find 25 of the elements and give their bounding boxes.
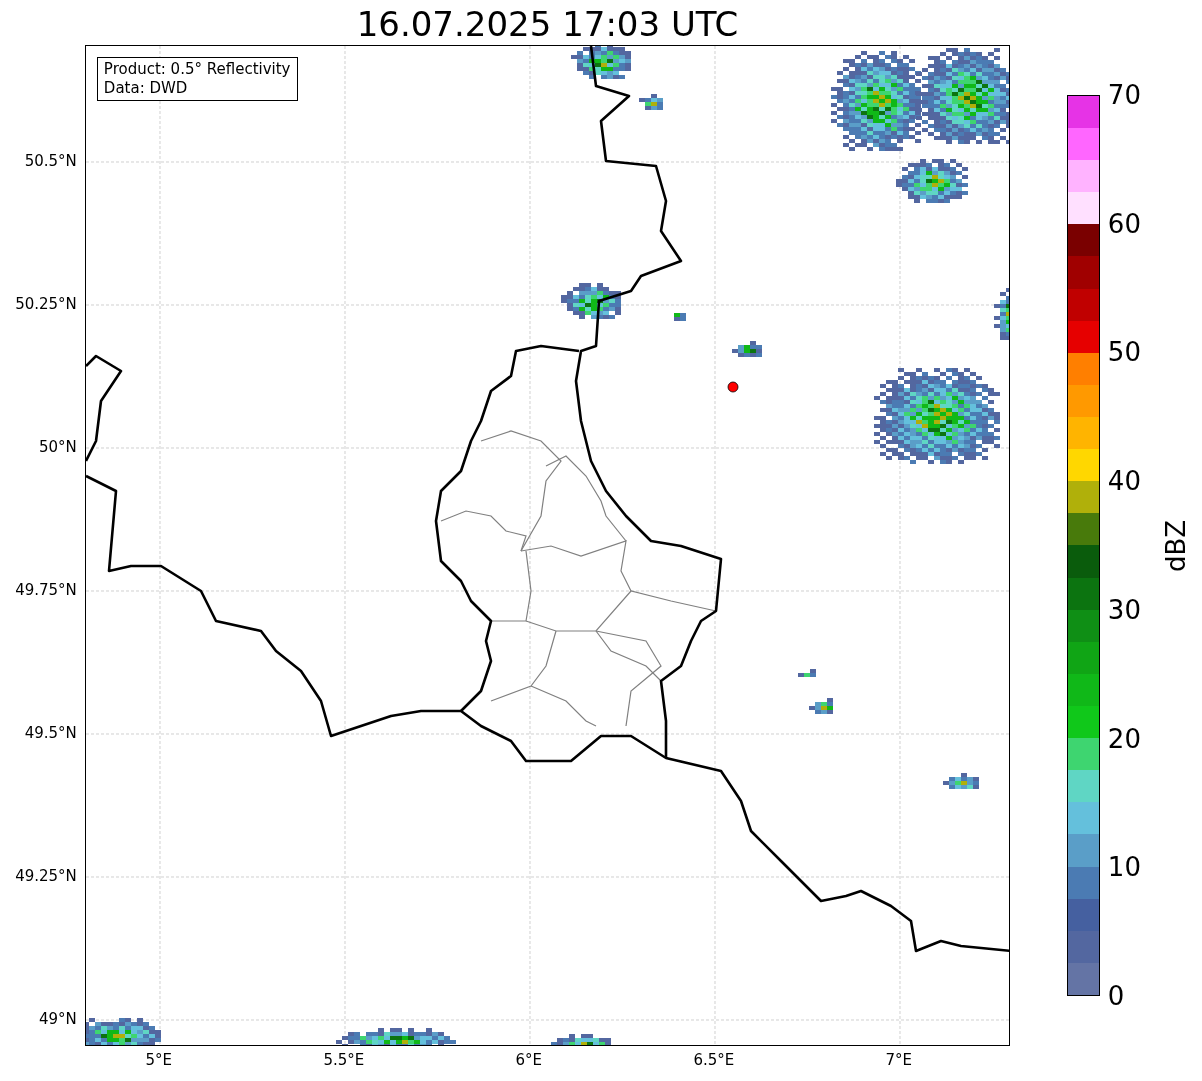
scale-label: 60 <box>1107 208 1141 239</box>
scale-label: 30 <box>1107 594 1141 625</box>
longitude-label: 5°E <box>145 1051 173 1069</box>
chart-title: 16.07.2025 17:03 UTC <box>356 3 739 45</box>
longitude-label: 5.5°E <box>323 1051 365 1069</box>
longitude-label: 7°E <box>885 1051 913 1069</box>
longitude-label: 6.5°E <box>693 1051 735 1069</box>
scale-label: 40 <box>1107 466 1141 497</box>
info-text: Data: DWD <box>103 79 189 98</box>
scale-label: 70 <box>1107 80 1141 110</box>
longitude-label: 6°E <box>515 1051 543 1069</box>
scale-label: 50 <box>1107 337 1141 368</box>
latitude-label: 49.25°N <box>15 867 77 885</box>
latitude-label: 49°N <box>39 1010 77 1028</box>
info-text: Product: 0.5° Reflectivity <box>103 60 291 79</box>
scale-title: dBZ <box>1160 519 1191 572</box>
latitude-label: 50.5°N <box>24 152 77 170</box>
scale-label: 10 <box>1107 852 1141 883</box>
latitude-label: 49.75°N <box>15 581 77 599</box>
scale-label: 20 <box>1107 723 1141 754</box>
scale-label: 0 <box>1107 981 1125 1011</box>
latitude-label: 50.25°N <box>15 295 77 313</box>
location-marker <box>727 381 739 393</box>
latitude-label: 50°N <box>39 438 77 456</box>
latitude-label: 49.5°N <box>24 724 77 742</box>
